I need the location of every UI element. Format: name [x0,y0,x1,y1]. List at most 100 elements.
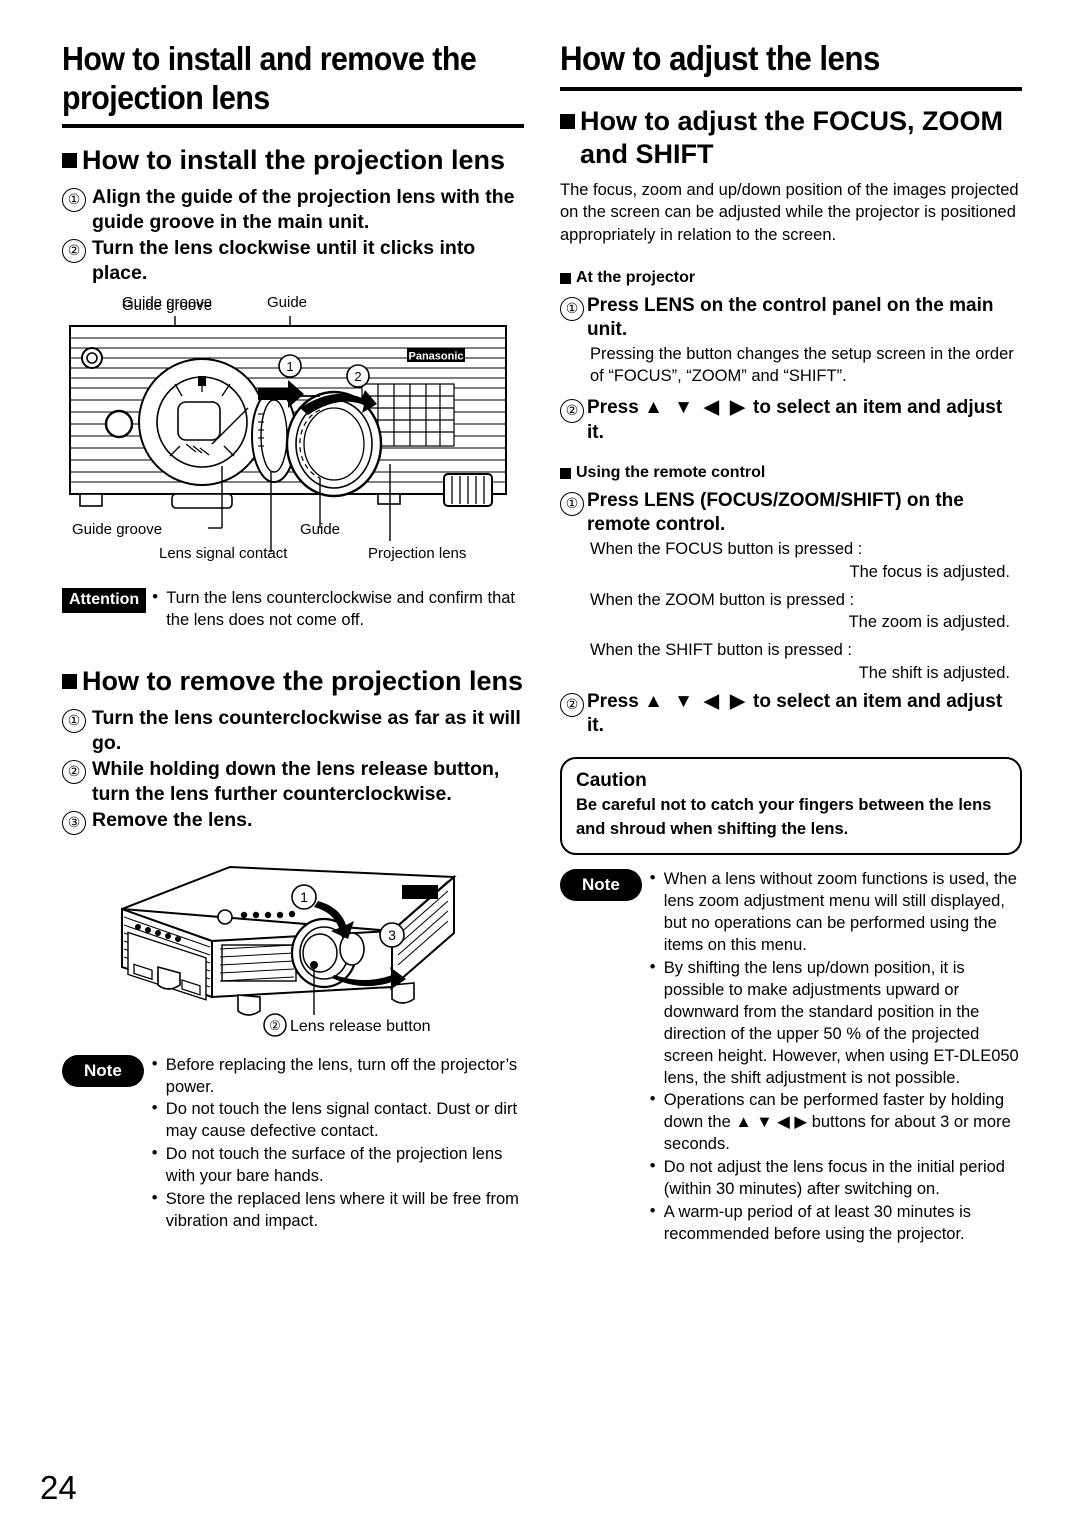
list-item: ② Press ▲ ▼ ◀ ▶ to select an item and ad… [560,396,1022,445]
step-subnote: Pressing the button changes the setup sc… [590,345,1014,386]
step-number: ① [560,296,584,321]
right-column: How to adjust the lens How to adjust the… [560,40,1022,1247]
heading-at-the-projector: At the projector [560,268,1022,289]
page-number: 24 [40,1469,77,1506]
pressed-result: The shift is adjusted. [858,663,1010,682]
pressed-condition: When the SHIFT button is pressed : [590,641,852,660]
list-item: ① Turn the lens counterclockwise as far … [62,706,524,756]
heading-install-lens-label: How to install the projection lens [82,145,506,176]
attention-list: Turn the lens counterclockwise and confi… [152,587,524,632]
step-number: ① [62,188,86,213]
brand-logo: Panasonic [407,347,465,362]
square-bullet-icon [62,153,77,169]
step-text: Press ▲ ▼ ◀ ▶ to select an item and adju… [587,690,1022,739]
label-guide-groove-top: Guide groove [122,293,213,311]
list-item: Do not touch the surface of the projecti… [152,1143,524,1188]
step-text: Press LENS (FOCUS/ZOOM/SHIFT) on the rem… [587,489,964,535]
projector-body-figure: 1 3 ② Lens release button [62,849,524,1039]
list-item: Operations can be performed faster by ho… [650,1089,1022,1156]
pressed-result: The zoom is adjusted. [848,613,1010,632]
label-guide-top: Guide [267,293,308,311]
label-lens-signal-contact: Lens signal contact [159,545,288,562]
step-text: Align the guide of the projection lens w… [92,186,515,234]
square-bullet-icon [62,673,77,689]
list-item: Turn the lens counterclockwise and confi… [152,587,524,632]
svg-text:1: 1 [300,889,308,905]
step-number: ② [560,692,584,717]
title-divider-right [560,86,1022,91]
step-text: Remove the lens. [92,808,253,831]
list-item: ② Press ▲ ▼ ◀ ▶ to select an item and ad… [560,690,1022,739]
svg-text:2: 2 [354,369,361,384]
svg-text:3: 3 [388,927,396,943]
list-item: By shifting the lens up/down position, i… [650,957,1022,1090]
step-text: Turn the lens counterclockwise as far as… [92,706,521,754]
note-list: When a lens without zoom functions is us… [650,868,1022,1246]
step-number: ① [62,708,86,733]
square-bullet-icon [560,272,571,284]
pressed-condition: When the ZOOM button is pressed : [590,590,855,609]
list-item: When a lens without zoom functions is us… [650,868,1022,957]
label-guide-groove-bottom: Guide groove [72,521,162,538]
heading-remove-lens-label: How to remove the projection lens [82,665,524,696]
pressed-condition: When the FOCUS button is pressed : [590,540,863,559]
adjust-intro-text: The focus, zoom and up/down position of … [560,180,1019,244]
square-bullet-icon [560,467,571,479]
step-number: ① [560,491,584,516]
note-badge: Note [560,869,642,902]
svg-text:②: ② [269,1018,281,1033]
arrow-keys-icon: ▲ ▼ ◀ ▶ [644,690,748,712]
svg-text:1: 1 [286,359,293,374]
heading-adjust-focus-zoom-shift: How to adjust the FOCUS, ZOOM and SHIFT [560,105,1022,171]
install-steps: ① Align the guide of the projection lens… [62,185,524,286]
list-item: ① Align the guide of the projection lens… [62,185,524,235]
list-item: Do not adjust the lens focus in the init… [650,1156,1022,1201]
square-bullet-icon [560,113,575,129]
note-body: Before replacing the lens, turn off the … [152,1054,524,1235]
list-item: ① Press LENS (FOCUS/ZOOM/SHIFT) on the r… [560,489,1022,538]
projector-body-illustration: 1 3 ② Lens release button [121,865,457,1037]
press-label: Press [587,690,639,712]
caution-box: Caution Be careful not to catch your fin… [560,756,1022,856]
label-guide-bottom: Guide [300,521,340,538]
lens-release-callout: ② Lens release button [263,1012,431,1037]
heading-remove-lens: How to remove the projection lens [62,665,524,698]
title-divider-left [62,124,524,129]
step-text: Turn the lens clockwise until it clicks … [92,237,476,285]
heading-adjust-label: How to adjust the FOCUS, ZOOM and SHIFT [580,105,1003,169]
list-item: A warm-up period of at least 30 minutes … [650,1201,1022,1246]
note-body: When a lens without zoom functions is us… [650,868,1022,1247]
heading-at-the-projector-label: At the projector [576,268,696,286]
manual-page: How to install and remove the projection… [0,0,1080,1526]
step-text: While holding down the lens release butt… [92,757,500,805]
step-text: Press LENS on the control panel on the m… [587,294,994,341]
page-title-left: How to install and remove the projection… [62,40,477,116]
pressed-result: The focus is adjusted. [849,562,1010,581]
label-projection-lens: Projection lens [368,545,466,562]
attention-body: Turn the lens counterclockwise and confi… [152,587,524,633]
page-title-right: How to adjust the lens [560,40,880,78]
list-item: ② While holding down the lens release bu… [62,757,524,807]
lens-mount-illustration: Guide groove Guide [69,297,507,562]
attention-callout: Attention Turn the lens counterclockwise… [62,587,524,633]
note-list: Before replacing the lens, turn off the … [152,1054,524,1234]
remove-steps: ① Turn the lens counterclockwise as far … [62,706,524,835]
arrow-keys-icon: ▲ ▼ ◀ ▶ [644,397,748,419]
heading-install-lens: How to install the projection lens [62,144,524,177]
note-badge: Note [62,1054,144,1087]
svg-text:Lens release button: Lens release button [290,1018,431,1035]
svg-text:Panasonic: Panasonic [408,350,463,362]
pressed-result-focus: When the FOCUS button is pressed : The f… [590,538,1022,583]
note-callout-left: Note Before replacing the lens, turn off… [62,1054,524,1235]
step-number: ② [62,239,86,264]
heading-using-remote-control: Using the remote control [560,463,1022,484]
list-item: Before replacing the lens, turn off the … [152,1054,524,1099]
attention-badge: Attention [62,587,147,613]
list-item: Store the replaced lens where it will be… [152,1188,524,1233]
heading-using-remote-control-label: Using the remote control [576,463,766,481]
list-item: Do not touch the lens signal contact. Du… [152,1098,524,1143]
list-item: ② Turn the lens clockwise until it click… [62,236,524,286]
pressed-result-shift: When the SHIFT button is pressed : The s… [590,639,1022,684]
pressed-result-zoom: When the ZOOM button is pressed : The zo… [590,589,1022,634]
lens-mount-figure: Guide groove Guide [62,293,524,574]
